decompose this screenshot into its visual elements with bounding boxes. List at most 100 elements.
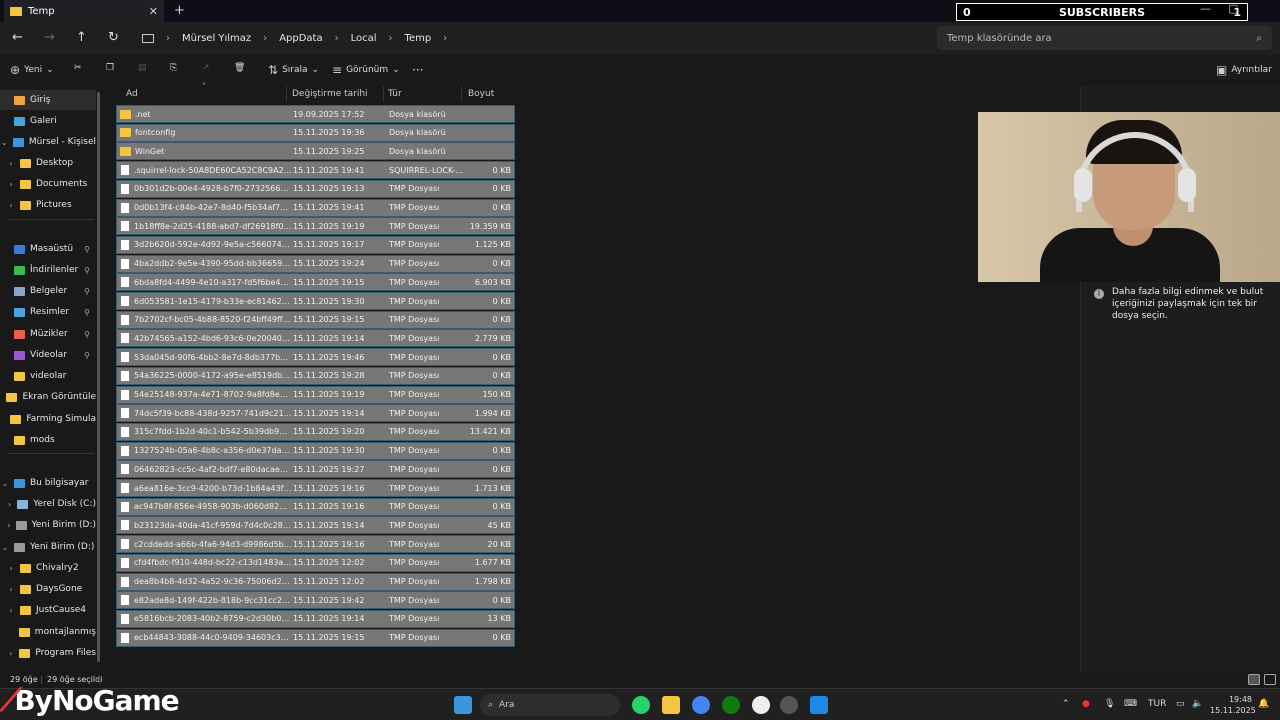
chevron-down-icon[interactable]: ⌄ <box>0 543 10 552</box>
breadcrumb-user[interactable]: Mürsel Yılmaz <box>182 33 251 44</box>
file-row[interactable]: 54e25148-937a-4e71-8702-9a8fd8e7736c...1… <box>116 385 515 404</box>
sidebar-item[interactable]: › JustCause4 <box>0 600 96 620</box>
file-row[interactable]: 1b18ff8e-2d25-4188-abd7-df26918f0454.t..… <box>116 217 515 236</box>
file-row[interactable]: 54a36225-0000-4172-a95e-e8519dbe41ff.t..… <box>116 366 515 385</box>
chevron-down-icon[interactable]: ⌄ <box>0 479 10 488</box>
minimize-icon[interactable]: — <box>1200 2 1211 15</box>
breadcrumb-temp[interactable]: Temp <box>405 33 432 44</box>
file-row[interactable]: 315c7fdd-1b2d-40c1-b542-5b39db95f11b...1… <box>116 422 515 441</box>
breadcrumb-local[interactable]: Local <box>351 33 377 44</box>
windows-start-icon[interactable] <box>454 696 472 714</box>
column-divider[interactable] <box>461 86 462 102</box>
column-divider[interactable] <box>383 86 384 102</box>
file-row[interactable]: e82ade8d-149f-422b-818b-9cc31cc21197...1… <box>116 591 515 610</box>
sidebar-item[interactable]: Ekran Görüntüle <box>0 387 96 407</box>
chevron-right-icon[interactable]: › <box>6 521 12 530</box>
file-row[interactable]: dea8b4b8-4d32-4a52-9c36-75006d2a3e8... 15… <box>116 572 515 591</box>
column-divider[interactable] <box>286 86 287 102</box>
chevron-right-icon[interactable]: › <box>6 585 16 594</box>
sidebar-item[interactable]: Resimler ⚲ <box>0 302 96 322</box>
file-row[interactable]: b23123da-40da-41cf-959d-7d4c0c286a54...1… <box>116 516 515 535</box>
sidebar-item[interactable]: › DaysGone <box>0 579 96 599</box>
notification-icon[interactable]: 🔔 <box>1258 699 1269 709</box>
file-row[interactable]: a6ea816e-3cc9-4200-b73d-1b84a43fc8ee...1… <box>116 479 515 497</box>
sidebar-item[interactable]: ⌄ Mürsel - Kişisel <box>0 132 96 152</box>
up-button[interactable]: ↑ <box>76 30 87 45</box>
file-row[interactable]: fontconfig 15.11.2025 19:36 Dosya klasörü <box>116 123 515 142</box>
file-row[interactable]: 53da045d-90f6-4bb2-8e7d-8db377bc17d... 15… <box>116 348 515 367</box>
sidebar-item[interactable]: › Documents <box>0 174 96 194</box>
sidebar-item[interactable]: videolar <box>0 366 96 386</box>
file-row[interactable]: 42b74565-a152-4bd6-93c6-0e20040afa77...1… <box>116 329 515 348</box>
obs-icon[interactable] <box>752 696 770 714</box>
file-row[interactable]: 74dc5f39-bc88-438d-9257-741d9c21b961...1… <box>116 404 515 423</box>
column-type[interactable]: Tür <box>388 89 402 99</box>
view-button[interactable]: ≡ Görünüm ⌄ <box>332 63 400 77</box>
file-row[interactable]: cfd4fbdc-f910-448d-bc22-c13d1483a930... 1… <box>116 553 515 572</box>
sidebar-item[interactable]: › Chivalry2 <box>0 558 96 578</box>
paste-icon[interactable]: ▤ <box>138 63 147 73</box>
column-name[interactable]: Ad <box>126 89 138 99</box>
sidebar-item[interactable]: Masaüstü ⚲ <box>0 239 96 259</box>
sidebar-item[interactable]: Müzikler ⚲ <box>0 324 96 344</box>
file-row[interactable]: 7b2702cf-bc05-4b88-8520-f24bff49ff3b.t..… <box>116 310 515 329</box>
sidebar-item[interactable]: Galeri <box>0 111 96 131</box>
column-size[interactable]: Boyut <box>468 89 494 99</box>
file-explorer-icon[interactable] <box>662 696 680 714</box>
file-row[interactable]: 6bda8fd4-4499-4e10-a317-fd5f6be4a9d0... 1… <box>116 273 515 292</box>
search-input[interactable]: Temp klasöründe ara ⌕ <box>937 26 1272 50</box>
system-clock[interactable]: 19:48 15.11.2025 <box>1210 694 1256 716</box>
delete-icon[interactable]: 🗑 <box>234 63 245 73</box>
chevron-right-icon[interactable]: › <box>6 201 16 210</box>
file-row[interactable]: 1327524b-05a6-4b8c-a356-d0e37da556ef...1… <box>116 441 515 460</box>
tiles-view-icon[interactable] <box>1264 674 1276 685</box>
file-row[interactable]: ac947b8f-856e-4958-903b-d060d82d549e...1… <box>116 497 515 516</box>
file-row[interactable]: e5816bcb-2083-40b2-8759-c2d30b02c690...1… <box>116 609 515 628</box>
details-button[interactable]: ▣ Ayrıntılar <box>1216 63 1272 77</box>
sidebar-item[interactable]: › Program Files <box>0 643 96 663</box>
sidebar-item[interactable]: montajlanmış <box>0 622 96 642</box>
file-row[interactable]: 06462823-cc5c-4af2-bdf7-e80dacaeb66c... 1… <box>116 460 515 479</box>
volume-icon[interactable]: 🔈 <box>1192 699 1203 709</box>
file-row[interactable]: 6d053581-1e15-4179-b33e-ec8146277c3a...1… <box>116 292 515 310</box>
sidebar-item[interactable]: Giriş <box>0 90 96 110</box>
xbox-icon[interactable] <box>722 696 740 714</box>
network-icon[interactable]: ▭ <box>1176 699 1185 709</box>
more-options-button[interactable]: ··· <box>412 63 423 77</box>
whatsapp-icon[interactable] <box>632 696 650 714</box>
file-row[interactable]: WinGet 15.11.2025 19:25 Dosya klasörü <box>116 142 515 161</box>
file-row[interactable]: .squirrel-lock-50A8DE60CA52C8C9A2A28... 1… <box>116 161 515 180</box>
rename-icon[interactable]: ⎘ <box>170 63 177 73</box>
sidebar-item[interactable]: ⌄ Bu bilgisayar <box>0 473 96 493</box>
chevron-up-icon[interactable]: ⌃ <box>1062 699 1070 709</box>
new-tab-button[interactable]: + <box>174 3 185 18</box>
file-row[interactable]: 0b301d2b-00e4-4928-b7f0-273256632bc3...1… <box>116 179 515 198</box>
new-button[interactable]: ⊕ Yeni ⌄ <box>10 63 54 77</box>
sidebar-item[interactable]: › Pictures <box>0 195 96 215</box>
chevron-right-icon[interactable]: › <box>6 159 16 168</box>
sidebar-item[interactable]: Videolar ⚲ <box>0 345 96 365</box>
microphone-icon[interactable]: 🎙 <box>1104 699 1115 709</box>
defender-icon[interactable] <box>810 696 828 714</box>
close-tab-icon[interactable]: ✕ <box>149 5 158 18</box>
chevron-down-icon[interactable]: ⌄ <box>0 138 9 147</box>
cut-icon[interactable]: ✂ <box>74 63 82 73</box>
sidebar-item[interactable]: › Yerel Disk (C:) <box>0 494 96 514</box>
details-view-icon[interactable] <box>1248 674 1260 685</box>
file-row[interactable]: .net 19.09.2025 17:52 Dosya klasörü <box>116 105 515 123</box>
breadcrumb[interactable]: › Mürsel Yılmaz › AppData › Local › Temp… <box>132 26 928 50</box>
file-row[interactable]: ecb44843-3088-44c0-9409-34603c304a86...1… <box>116 628 515 647</box>
file-row[interactable]: c2cddedd-a66b-4fa6-94d3-d9986d5b3cf9... 1… <box>116 535 515 554</box>
sidebar-item[interactable]: › Yeni Birim (D:) <box>0 515 96 535</box>
file-row[interactable]: 4ba2ddb2-9e5e-4390-95dd-bb36659980b...15… <box>116 254 515 273</box>
sidebar-item[interactable]: mods <box>0 430 96 450</box>
sidebar-item[interactable]: Farming Simula <box>0 409 96 429</box>
back-button[interactable]: ← <box>12 30 23 45</box>
breadcrumb-appdata[interactable]: AppData <box>279 33 322 44</box>
chevron-right-icon[interactable]: › <box>6 180 16 189</box>
chrome-icon[interactable] <box>692 696 710 714</box>
file-row[interactable]: 3d2b620d-592e-4d92-9e5a-c566074be623...1… <box>116 235 515 254</box>
tab-temp[interactable]: Temp ✕ <box>4 0 164 22</box>
tray-app-icon[interactable]: ● <box>1082 699 1090 709</box>
steam-icon[interactable] <box>780 696 798 714</box>
